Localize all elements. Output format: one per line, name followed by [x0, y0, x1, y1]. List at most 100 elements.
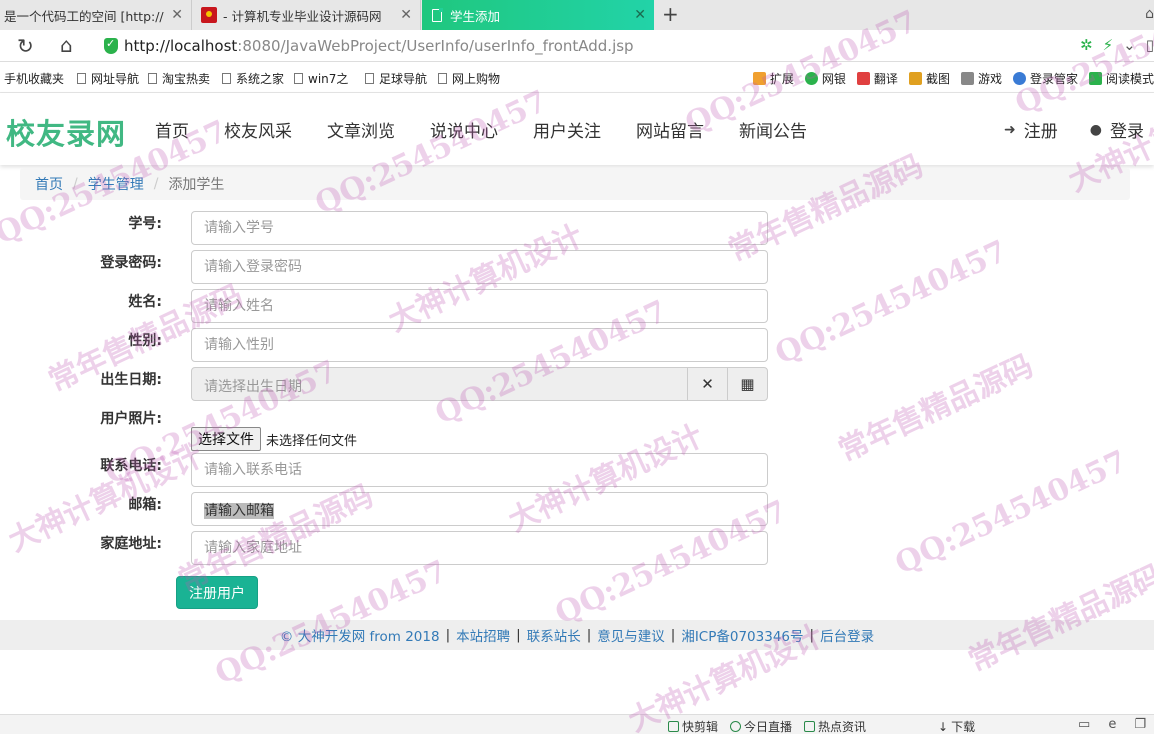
url-host: http://localhost	[124, 37, 238, 55]
footer-link-contact[interactable]: 联系站长	[527, 625, 581, 645]
tab-title: - 计算机专业毕业设计源码网	[223, 8, 382, 24]
login-link[interactable]: ● 登录	[1089, 117, 1144, 143]
password-input[interactable]	[191, 250, 768, 284]
name-input[interactable]	[191, 289, 768, 323]
field-label: 学号:	[128, 216, 162, 232]
register-link[interactable]: ➜ 注册	[1004, 117, 1058, 143]
extension-button[interactable]: 扩展	[752, 70, 794, 87]
reader-mode-button[interactable]: 阅读模式	[1088, 70, 1154, 87]
watermark-text: 常年售精品源码	[963, 558, 1154, 679]
lightning-icon[interactable]: ⚡	[1103, 36, 1114, 54]
ie-icon[interactable]: e	[1108, 717, 1116, 732]
footer-link-icp[interactable]: 湘ICP备0703346号	[681, 625, 803, 645]
site-logo[interactable]: 校友录网	[6, 111, 126, 153]
address-bar[interactable]: http://localhost:8080/JavaWebProject/Use…	[124, 37, 634, 55]
nav-home[interactable]: 首页	[155, 117, 189, 142]
translate-button[interactable]: 翻译	[856, 70, 898, 87]
download-button[interactable]: ↓ 下载	[938, 718, 975, 735]
field-label: 姓名:	[128, 294, 162, 310]
bank-button[interactable]: 网银	[804, 70, 846, 87]
nav-posts[interactable]: 说说中心	[430, 117, 498, 142]
birthdate-picker: 请选择出生日期 ✕ ▦	[191, 367, 768, 401]
form-row-photo: 用户照片:	[0, 406, 800, 440]
page-icon	[77, 73, 86, 84]
new-tab-button[interactable]: +	[662, 2, 679, 26]
reload-icon[interactable]: ↻	[17, 34, 34, 58]
screenshot-button[interactable]: 截图	[908, 70, 950, 87]
email-placeholder-selected: 请输入邮箱	[204, 503, 274, 519]
site-footer: © 大神开发网 from 2018 | 本站招聘 | 联系站长 | 意见与建议 …	[0, 620, 1154, 650]
chevron-down-icon[interactable]: ⌄	[1123, 36, 1136, 54]
email-input[interactable]: 请输入邮箱	[191, 492, 768, 526]
video-edit-icon	[668, 721, 679, 732]
gender-input[interactable]	[191, 328, 768, 362]
nav-messages[interactable]: 网站留言	[636, 117, 704, 142]
speedup-icon[interactable]: ✲	[1080, 36, 1093, 54]
footer-link-jobs[interactable]: 本站招聘	[456, 625, 510, 645]
document-icon	[432, 8, 443, 22]
footer-separator: |	[670, 627, 676, 643]
nav-articles[interactable]: 文章浏览	[327, 117, 395, 142]
live-button[interactable]: 今日直播	[730, 718, 792, 735]
window-icon[interactable]: ⌂	[1145, 6, 1154, 22]
games-button[interactable]: 游戏	[960, 70, 1002, 87]
close-icon[interactable]: ✕	[400, 7, 412, 23]
quick-edit-button[interactable]: 快剪辑	[668, 718, 718, 735]
home-icon[interactable]: ⌂	[60, 33, 73, 57]
watermark-text: 常年售精品源码	[833, 348, 1039, 469]
address-input[interactable]	[191, 531, 768, 565]
window-restore-icon[interactable]: ❐	[1134, 717, 1146, 732]
nav-follow[interactable]: 用户关注	[533, 117, 601, 142]
nav-news[interactable]: 新闻公告	[739, 117, 807, 142]
register-user-button[interactable]: 注册用户	[176, 576, 258, 609]
login-manager-button[interactable]: 登录管家	[1012, 70, 1078, 87]
browser-tab-active[interactable]: 学生添加 ✕	[422, 0, 654, 30]
auth-links: ➜ 注册 ● 登录	[1004, 117, 1144, 143]
toolbar-right: ✲ ⚡ ⌄ ▯	[1080, 36, 1154, 54]
page-icon	[148, 73, 157, 84]
browser-tab[interactable]: - 计算机专业毕业设计源码网 ✕	[193, 0, 421, 30]
browser-tab[interactable]: 是一个代码工的空间 [http://2 ✕	[0, 0, 192, 30]
student-id-input[interactable]	[191, 211, 768, 245]
page-icon	[222, 73, 231, 84]
file-status: 未选择任何文件	[266, 433, 358, 449]
bookmark-item[interactable]: 淘宝热卖	[148, 70, 210, 87]
tab-title: 学生添加	[450, 8, 501, 24]
choose-file-button[interactable]: 选择文件	[191, 427, 261, 451]
browser-status-bar: 快剪辑 今日直播 热点资讯 ↓ 下载 ▭ e ❐	[0, 714, 1154, 734]
play-icon	[730, 721, 742, 732]
browser-tab-bar: 是一个代码工的空间 [http://2 ✕ - 计算机专业毕业设计源码网 ✕ 学…	[0, 0, 1154, 30]
footer-link-admin[interactable]: 后台登录	[820, 625, 874, 645]
user-icon: ●	[1089, 121, 1102, 138]
url-path: :8080/JavaWebProject/UserInfo/userInfo_f…	[237, 37, 634, 55]
nav-alumni[interactable]: 校友风采	[224, 117, 292, 142]
watermark-text: QQ:254540457	[890, 443, 1133, 582]
form-row-phone: 联系电话:	[0, 453, 800, 487]
screenshot-icon	[908, 72, 922, 85]
news-icon	[804, 721, 816, 732]
close-icon[interactable]: ✕	[634, 7, 646, 23]
calendar-icon[interactable]: ▦	[727, 368, 767, 400]
status-bar-items: 快剪辑 今日直播 热点资讯 ↓ 下载	[668, 718, 975, 735]
bookmark-item[interactable]: 足球导航	[365, 70, 427, 87]
bookmark-item[interactable]: 系统之家	[222, 70, 284, 87]
form-row-email: 邮箱: 请输入邮箱	[0, 492, 800, 526]
bookmark-item[interactable]: 网址导航	[77, 70, 139, 87]
breadcrumb-home[interactable]: 首页	[35, 174, 63, 194]
bookmark-item[interactable]: 网上购物	[438, 70, 500, 87]
breadcrumb-section[interactable]: 学生管理	[88, 174, 144, 194]
birthdate-input[interactable]: 请选择出生日期	[192, 368, 687, 400]
screen-icon[interactable]: ▭	[1078, 717, 1090, 732]
phone-input[interactable]	[191, 453, 768, 487]
bookmark-item[interactable]: 手机收藏夹	[4, 70, 64, 87]
menu-icon[interactable]: ▯	[1146, 36, 1154, 54]
security-shield-icon	[104, 37, 118, 54]
bookmark-item[interactable]: win7之	[294, 70, 348, 87]
gamepad-icon	[960, 72, 974, 85]
bookmarks-bar: 手机收藏夹 网址导航 淘宝热卖 系统之家 win7之 足球导航 网上购物 扩展 …	[0, 63, 1154, 93]
clear-date-icon[interactable]: ✕	[687, 368, 727, 400]
close-icon[interactable]: ✕	[171, 7, 183, 23]
hot-news-button[interactable]: 热点资讯	[804, 718, 866, 735]
footer-link-feedback[interactable]: 意见与建议	[597, 625, 665, 645]
watermark-text: QQ:254540457	[770, 233, 1013, 372]
